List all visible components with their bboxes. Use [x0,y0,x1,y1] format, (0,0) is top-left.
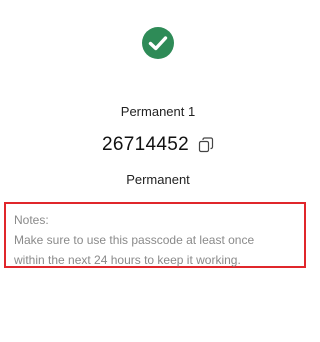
copy-icon[interactable] [198,137,214,153]
passcode-code-row: 26714452 [0,132,316,158]
passcode-type: Permanent [126,172,190,187]
passcode-name: Permanent 1 [120,104,196,119]
passcode-code: 26714452 [102,134,189,155]
notes-line-2: within the next 24 hours to keep it work… [14,253,241,267]
check-circle-icon [142,27,174,59]
notes-label: Notes: [14,213,49,227]
notes-box: Notes: Make sure to use this passcode at… [4,202,306,268]
notes-line-1: Make sure to use this passcode at least … [14,233,255,247]
